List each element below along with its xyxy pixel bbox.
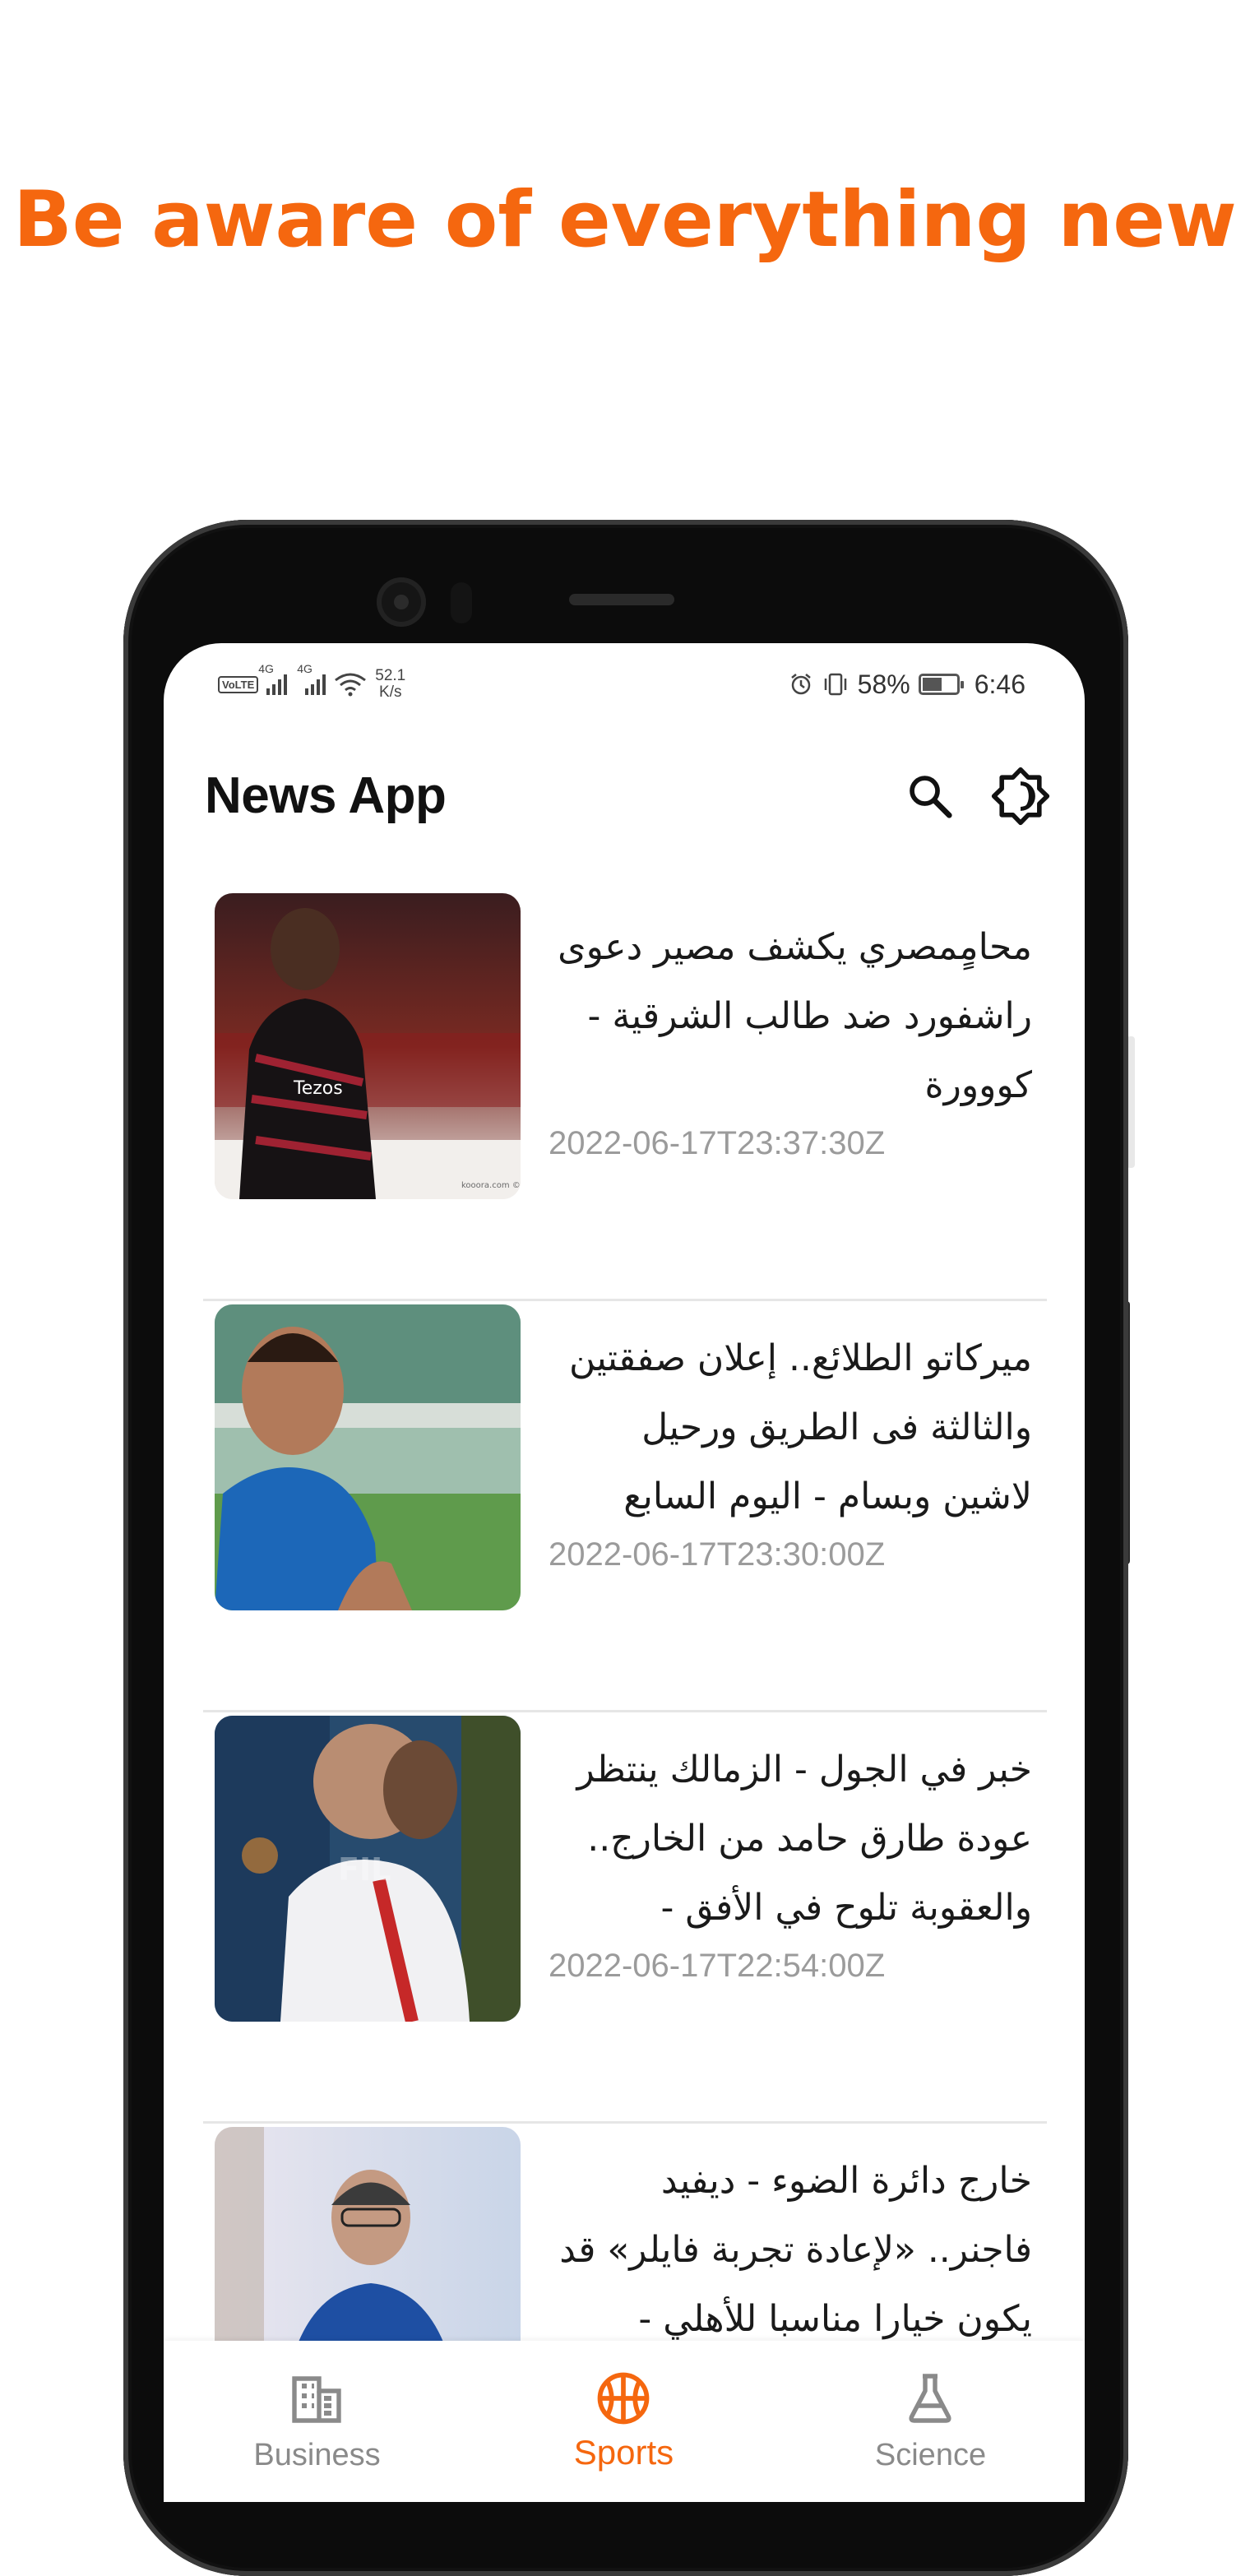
nav-item-science[interactable]: Science — [777, 2341, 1084, 2502]
vibrate-icon — [824, 673, 846, 696]
promo-headline: Be aware of everything new — [13, 175, 1237, 265]
clock-time: 6:46 — [974, 669, 1025, 699]
search-icon — [910, 776, 952, 818]
theme-toggle-icon — [991, 767, 1050, 826]
nav-label-business: Business — [253, 2438, 381, 2472]
proximity-sensor — [451, 582, 472, 623]
nav-item-business[interactable]: Business — [164, 2341, 470, 2502]
article-title: خبر في الجول - الزمالك ينتظر عودة طارق ح… — [576, 1749, 1032, 1929]
nav-label-sports: Sports — [573, 2433, 674, 2472]
status-bar: VoLTE 4G 4G 52.1 K/s 58% 6:46 — [164, 643, 1085, 725]
signal-icon: 4G — [258, 662, 288, 695]
phone-screen: VoLTE 4G 4G 52.1 K/s 58% 6:46 News App T… — [164, 643, 1085, 2502]
article-card[interactable]: ميركاتو الطلائع.. إعلان صفقتين والثالثة … — [203, 1301, 1047, 1712]
search-button[interactable] — [897, 763, 963, 829]
front-camera-icon — [377, 577, 426, 627]
nav-label-science: Science — [874, 2438, 987, 2472]
article-date: 2022-06-17T22:54:00Z — [549, 1948, 886, 1984]
nav-item-sports[interactable]: Sports — [470, 2341, 777, 2502]
app-bar: News App — [164, 734, 1085, 857]
network-speed: 52.1 K/s — [375, 667, 406, 701]
bottom-navigation: Business Sports Science — [164, 2341, 1085, 2502]
science-flask-icon — [909, 2374, 951, 2423]
article-card[interactable]: Tezos kooora.com © الأ محامٍمصري يكشف مص… — [203, 890, 1047, 1301]
volte-icon: VoLTE — [218, 675, 259, 693]
article-card[interactable]: FIL خبر في الجول - الزمالك ينتظر عودة طا… — [203, 1712, 1047, 2124]
article-date: 2022-06-17T23:37:30Z — [549, 1125, 886, 1161]
article-title: خارج دائرة الضوء - ديفيد فاجنر.. «لإعادة… — [559, 2160, 1032, 2340]
battery-icon — [918, 674, 964, 695]
article-thumbnail: FIL — [215, 1716, 521, 2022]
business-icon — [292, 2376, 341, 2423]
app-title: News App — [205, 767, 447, 824]
signal-icon: 4G — [297, 662, 326, 695]
alarm-icon — [790, 674, 811, 695]
article-title: ميركاتو الطلائع.. إعلان صفقتين والثالثة … — [569, 1337, 1032, 1517]
earpiece-speaker — [569, 594, 674, 605]
wifi-icon — [335, 673, 367, 697]
article-thumbnail — [215, 1304, 521, 1610]
article-title: محامٍمصري يكشف مصير دعوى راشفورد ضد طالب… — [558, 926, 1032, 1106]
image-credit: kooora.com © الأ — [461, 1179, 521, 1190]
theme-toggle-button[interactable] — [988, 763, 1053, 829]
battery-percent: 58% — [857, 669, 910, 699]
svg-text:FIL: FIL — [338, 1851, 391, 1888]
article-list: Tezos kooora.com © الأ محامٍمصري يكشف مص… — [203, 890, 1047, 2502]
svg-text:Tezos: Tezos — [293, 1078, 343, 1099]
sports-ball-icon — [597, 2372, 650, 2425]
article-date: 2022-06-17T23:30:00Z — [549, 1536, 886, 1573]
article-thumbnail: Tezos kooora.com © الأ — [215, 893, 521, 1199]
